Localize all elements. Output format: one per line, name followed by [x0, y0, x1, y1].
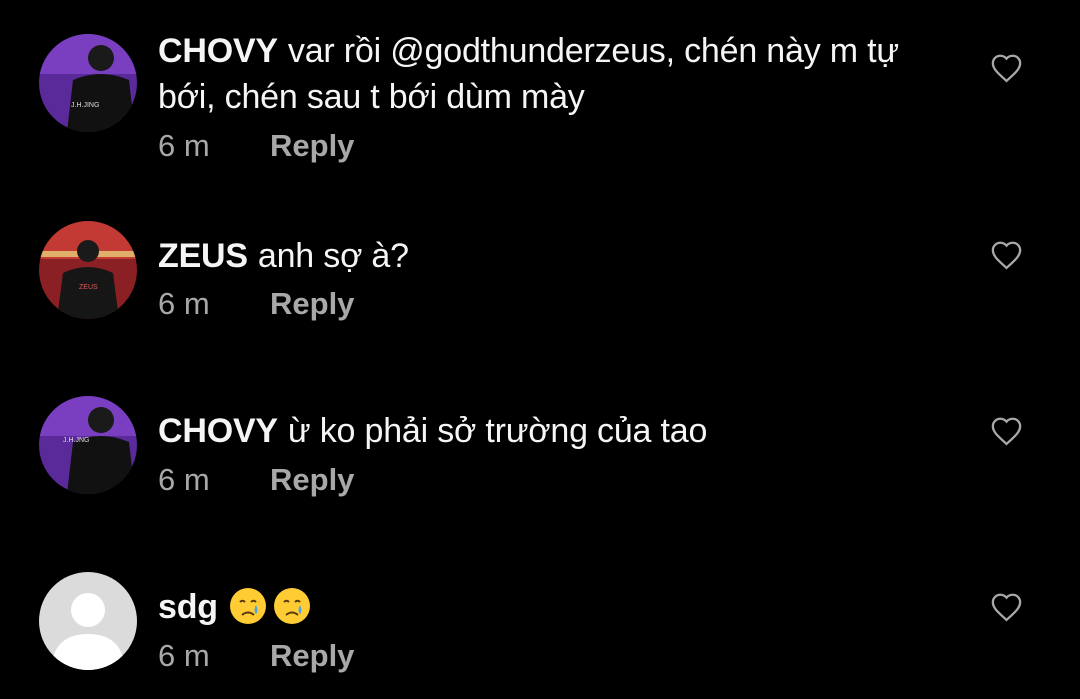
- avatar[interactable]: J.H.JNG: [39, 396, 137, 494]
- comment-timestamp: 6 m: [158, 462, 210, 497]
- comment-body: anh sợ à?: [257, 237, 409, 275]
- reply-button[interactable]: Reply: [270, 128, 354, 163]
- comment-meta: 6 m Reply: [158, 638, 354, 674]
- comment-meta: 6 m Reply: [158, 462, 354, 498]
- avatar[interactable]: ZEUS: [39, 221, 137, 319]
- heart-outline-icon[interactable]: [990, 416, 1023, 446]
- comment-meta: 6 m Reply: [158, 286, 354, 322]
- comment-timestamp: 6 m: [158, 286, 210, 321]
- comment-username[interactable]: CHOVY: [158, 412, 278, 450]
- crying-face-emoji: [272, 586, 312, 626]
- comment-body: ừ ko phải sở trường của tao: [287, 412, 708, 450]
- comment-username[interactable]: ZEUS: [158, 237, 248, 275]
- comment-text: sdg: [158, 584, 948, 630]
- svg-text:ZEUS: ZEUS: [79, 284, 98, 291]
- reply-button[interactable]: Reply: [270, 638, 354, 673]
- crying-face-emoji: [228, 586, 268, 626]
- reply-button[interactable]: Reply: [270, 462, 354, 497]
- comment-username[interactable]: sdg: [158, 588, 218, 626]
- heart-outline-icon[interactable]: [990, 53, 1023, 83]
- comment-text: CHOVY var rồi @godthunderzeus, chén này m…: [158, 28, 948, 120]
- svg-text:J.H.JNG: J.H.JNG: [63, 437, 89, 444]
- comment-text: CHOVY ừ ko phải sở trường của tao: [158, 408, 948, 454]
- heart-outline-icon[interactable]: [990, 240, 1023, 270]
- avatar[interactable]: [39, 572, 137, 670]
- comment-text: ZEUS anh sợ à?: [158, 233, 948, 279]
- avatar[interactable]: J.H.JING: [39, 34, 137, 132]
- comment-timestamp: 6 m: [158, 638, 210, 673]
- comment-username[interactable]: CHOVY: [158, 32, 278, 70]
- svg-text:J.H.JING: J.H.JING: [71, 102, 99, 109]
- reply-button[interactable]: Reply: [270, 286, 354, 321]
- comment-timestamp: 6 m: [158, 128, 210, 163]
- heart-outline-icon[interactable]: [990, 592, 1023, 622]
- comment-meta: 6 m Reply: [158, 128, 354, 164]
